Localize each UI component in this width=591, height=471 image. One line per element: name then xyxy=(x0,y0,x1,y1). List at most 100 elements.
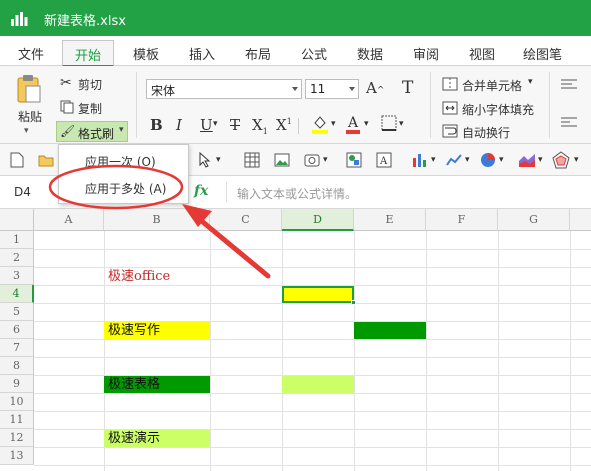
select-pointer-icon[interactable] xyxy=(198,152,212,168)
cell-b9[interactable]: 极速表格 xyxy=(104,376,210,393)
merge-cells-icon[interactable] xyxy=(442,77,458,91)
copy-button[interactable]: 复制 xyxy=(78,100,102,117)
row-header[interactable]: 9 xyxy=(0,375,34,393)
font-name-select[interactable]: 宋体 xyxy=(146,79,302,99)
shapes-icon[interactable] xyxy=(346,152,362,168)
underline-icon[interactable]: U xyxy=(200,116,213,134)
radar-chart-icon[interactable] xyxy=(552,151,570,169)
cell-b6[interactable]: 极速写作 xyxy=(104,322,210,339)
strikethrough-icon[interactable]: T xyxy=(230,116,240,134)
row-header[interactable]: 13 xyxy=(0,447,34,465)
column-header-e[interactable]: E xyxy=(354,209,426,231)
row-header[interactable]: 4 xyxy=(0,285,34,303)
row-header[interactable]: 11 xyxy=(0,411,34,429)
column-header-b[interactable]: B xyxy=(104,209,210,231)
fill-color-icon[interactable] xyxy=(311,114,329,134)
chevron-down-icon[interactable]: ▾ xyxy=(213,119,218,129)
select-all-corner[interactable] xyxy=(0,209,34,231)
chevron-down-icon[interactable]: ▾ xyxy=(364,119,369,129)
column-header-d[interactable]: D xyxy=(282,209,354,231)
row-header[interactable]: 3 xyxy=(0,267,34,285)
screenshot-icon[interactable] xyxy=(304,152,322,168)
align-left-icon[interactable] xyxy=(560,116,578,130)
format-painter-button[interactable]: 🖌 格式刷 ▾ xyxy=(56,121,128,142)
scissors-icon[interactable]: ✂ xyxy=(60,75,72,91)
copy-icon[interactable] xyxy=(60,100,74,114)
chevron-down-icon[interactable]: ▾ xyxy=(331,119,336,129)
chevron-down-icon[interactable]: ▾ xyxy=(119,125,124,135)
row-header[interactable]: 5 xyxy=(0,303,34,321)
line-chart-icon[interactable] xyxy=(446,152,462,168)
tab-template[interactable]: 模板 xyxy=(133,44,159,63)
chevron-down-icon[interactable]: ▾ xyxy=(216,155,221,165)
tab-file[interactable]: 文件 xyxy=(18,44,44,63)
tab-data[interactable]: 数据 xyxy=(357,44,383,63)
merge-cells-button[interactable]: 合并单元格 xyxy=(462,77,522,94)
open-folder-icon[interactable] xyxy=(38,153,54,167)
clear-format-icon[interactable]: T xyxy=(402,78,413,98)
row-header[interactable]: 8 xyxy=(0,357,34,375)
bar-chart-icon[interactable] xyxy=(412,152,428,168)
superscript-icon[interactable]: X1 xyxy=(276,116,292,134)
paste-label[interactable]: 粘贴 xyxy=(18,108,42,125)
text-box-icon[interactable]: A xyxy=(376,152,392,168)
image-icon[interactable] xyxy=(274,152,290,168)
chevron-down-icon[interactable]: ▾ xyxy=(465,155,470,165)
shrink-to-fit-icon[interactable] xyxy=(442,101,458,115)
column-header-f[interactable]: F xyxy=(426,209,498,231)
tab-insert[interactable]: 插入 xyxy=(189,44,215,63)
chevron-down-icon[interactable]: ▾ xyxy=(323,155,328,165)
fx-icon[interactable]: fx xyxy=(194,183,208,199)
chevron-down-icon[interactable]: ▾ xyxy=(574,155,579,165)
wrap-text-button[interactable]: 自动换行 xyxy=(462,124,510,141)
clipboard-icon[interactable] xyxy=(16,74,42,104)
tab-drawing-pen[interactable]: 绘图笔 xyxy=(523,44,562,63)
tab-home[interactable]: 开始 xyxy=(62,40,115,67)
tab-review[interactable]: 审阅 xyxy=(413,44,439,63)
area-chart-icon[interactable] xyxy=(518,152,536,168)
cell-b12[interactable]: 极速演示 xyxy=(104,430,210,447)
cell-b3[interactable]: 极速office xyxy=(104,268,210,285)
shrink-to-fit-button[interactable]: 缩小字体填充 xyxy=(462,101,534,118)
formula-input[interactable]: 输入文本或公式详情。 xyxy=(237,185,357,202)
column-header-c[interactable]: C xyxy=(210,209,282,231)
wrap-text-icon[interactable] xyxy=(442,124,458,138)
row-header[interactable]: 1 xyxy=(0,231,34,249)
row-header[interactable]: 2 xyxy=(0,249,34,267)
table-icon[interactable] xyxy=(244,152,260,168)
chevron-down-icon[interactable]: ▾ xyxy=(528,77,533,87)
bold-icon[interactable]: B xyxy=(150,116,163,134)
column-header-g[interactable]: G xyxy=(498,209,570,231)
tab-layout[interactable]: 布局 xyxy=(245,44,271,63)
align-top-icon[interactable] xyxy=(560,78,578,92)
column-header-a[interactable]: A xyxy=(34,209,104,231)
column-header-overflow[interactable] xyxy=(570,209,591,231)
menu-item-apply-multiple[interactable]: 应用于多处 (A) xyxy=(85,180,166,197)
cell-reference-box[interactable]: D4 xyxy=(14,185,31,199)
chevron-down-icon[interactable]: ▾ xyxy=(399,119,404,129)
border-icon[interactable] xyxy=(381,115,397,131)
row-header[interactable]: 6 xyxy=(0,321,34,339)
tab-formula[interactable]: 公式 xyxy=(301,44,327,63)
menu-item-apply-once[interactable]: 应用一次 (O) xyxy=(85,153,156,170)
row-header[interactable]: 10 xyxy=(0,393,34,411)
font-color-icon[interactable]: A xyxy=(345,114,361,134)
chevron-down-icon[interactable]: ▾ xyxy=(499,155,504,165)
row-header[interactable]: 7 xyxy=(0,339,34,357)
new-file-icon[interactable] xyxy=(10,152,24,168)
increase-font-icon[interactable]: A^ xyxy=(366,79,384,97)
chevron-down-icon[interactable]: ▾ xyxy=(431,155,436,165)
cell-d9[interactable] xyxy=(282,376,354,393)
italic-icon[interactable]: I xyxy=(176,116,182,134)
cell-d4-selected[interactable] xyxy=(282,286,354,303)
chevron-down-icon[interactable]: ▾ xyxy=(24,126,29,136)
tab-view[interactable]: 视图 xyxy=(469,44,495,63)
chevron-down-icon[interactable]: ▾ xyxy=(538,155,543,165)
fill-handle[interactable] xyxy=(351,300,356,305)
row-header[interactable]: 12 xyxy=(0,429,34,447)
font-size-select[interactable]: 11 xyxy=(305,79,359,99)
subscript-icon[interactable]: X1 xyxy=(252,116,268,136)
cut-button[interactable]: 剪切 xyxy=(78,76,102,93)
cell-e6[interactable] xyxy=(354,322,426,339)
pie-chart-icon[interactable] xyxy=(480,152,496,168)
